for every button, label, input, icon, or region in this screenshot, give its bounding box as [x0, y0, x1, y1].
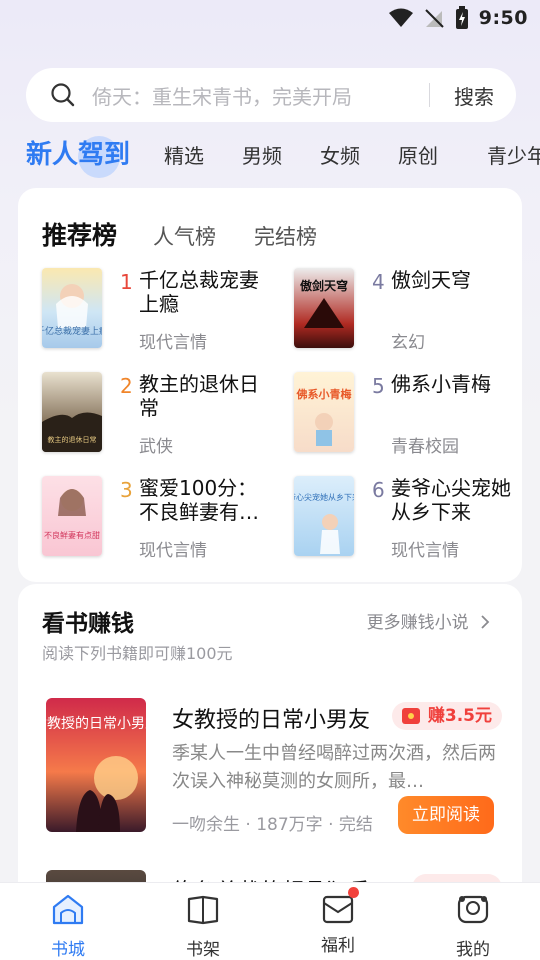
- rank-item[interactable]: 佛系小青梅 5 佛系小青梅 青春校园: [294, 372, 534, 464]
- rank-genre: 现代言情: [391, 541, 459, 561]
- nav-bookshelf[interactable]: 书架: [163, 893, 243, 960]
- rank-item[interactable]: 不良鲜妻有点甜 3 蜜爱100分：不良鲜妻有… 现代言情: [42, 476, 282, 568]
- read-now-button[interactable]: 立即阅读: [398, 796, 494, 834]
- reward-badge: 赚3.5元: [391, 702, 502, 730]
- notification-dot: [348, 887, 359, 898]
- cover-title: 千亿总裁宠妻上瘾: [42, 325, 102, 337]
- book-description: 季某人一生中曾经喝醉过两次酒，然后两次误入神秘莫测的女厕所，最…: [172, 743, 496, 792]
- no-signal-icon: [425, 9, 444, 28]
- book-cover: 佛系小青梅: [294, 372, 354, 452]
- rank-title: 姜爷心尖宠她从乡下来: [391, 476, 511, 524]
- search-divider: [429, 83, 430, 107]
- bookstore-icon: [52, 894, 84, 925]
- battery-charging-icon: [455, 6, 468, 29]
- rank-genre: 武侠: [139, 437, 173, 457]
- red-packet-icon: [401, 708, 420, 724]
- welfare-icon-wrap: [321, 887, 359, 925]
- more-earn-link[interactable]: 更多赚钱小说: [367, 608, 490, 633]
- search-input[interactable]: 倚天：重生宋青书，完美开局: [92, 81, 429, 110]
- rank-title: 教主的退休日常: [139, 372, 259, 420]
- tab-original[interactable]: 原创: [398, 140, 438, 169]
- book-cover: 傲剑天穹: [294, 268, 354, 348]
- rank-number: 3: [120, 478, 133, 502]
- clock: 9:50: [478, 7, 528, 29]
- rank-title: 蜜爱100分：不良鲜妻有…: [139, 476, 259, 524]
- rank-title: 佛系小青梅: [391, 372, 491, 396]
- search-bar[interactable]: 倚天：重生宋青书，完美开局 搜索: [26, 68, 516, 122]
- earn-book-item[interactable]: 女教授的日常小男友 女教授的日常小男友 赚3.5元 季某人一生中曾经喝醉过两次酒…: [46, 698, 502, 838]
- rank-title: 千亿总裁宠妻上瘾: [139, 268, 259, 316]
- tab-featured[interactable]: 精选: [164, 140, 204, 169]
- rank-number: 1: [120, 270, 133, 294]
- tab-popular-rank[interactable]: 人气榜: [153, 221, 216, 251]
- wifi-icon: [388, 8, 413, 27]
- tab-teen[interactable]: 青少年: [487, 140, 540, 169]
- tab-male[interactable]: 男频: [242, 140, 282, 169]
- cover-title: 傲剑天穹: [300, 278, 348, 293]
- tab-finished-rank[interactable]: 完结榜: [254, 221, 317, 251]
- bottom-navigation: 书城 书架 福利 我的: [0, 882, 540, 960]
- book-cover: 千亿总裁宠妻上瘾: [42, 268, 102, 348]
- nav-label: 我的: [456, 940, 490, 960]
- cover-title: 女教授的日常小男友: [46, 715, 146, 732]
- rank-number: 4: [372, 270, 385, 294]
- nav-welfare[interactable]: 福利: [298, 887, 378, 956]
- chevron-right-icon: [481, 615, 490, 629]
- welfare-icon: [322, 895, 354, 924]
- profile-icon: [457, 895, 489, 924]
- search-icon: [51, 83, 75, 107]
- book-cover: 女教授的日常小男友: [46, 698, 146, 832]
- rank-number: 2: [120, 374, 133, 398]
- book-cover: 姜爷心尖宠她从乡下来: [294, 476, 354, 556]
- reward-amount: 赚3.5元: [427, 706, 492, 726]
- rank-item[interactable]: 千亿总裁宠妻上瘾 1 千亿总裁宠妻上瘾 现代言情: [42, 268, 282, 360]
- nav-bookstore[interactable]: 书城: [28, 893, 108, 960]
- rank-genre: 青春校园: [391, 437, 459, 457]
- nav-label: 书城: [51, 940, 85, 960]
- rank-number: 6: [372, 478, 385, 502]
- nav-label: 福利: [321, 936, 355, 956]
- rank-item[interactable]: 傲剑天穹 4 傲剑天穹 玄幻: [294, 268, 534, 360]
- cover-title: 姜爷心尖宠她从乡下来: [294, 492, 354, 502]
- nav-profile[interactable]: 我的: [433, 893, 513, 960]
- rank-genre: 现代言情: [139, 541, 207, 561]
- section-subtitle: 阅读下列书籍即可赚100元: [42, 644, 233, 663]
- rank-item[interactable]: 姜爷心尖宠她从乡下来 6 姜爷心尖宠她从乡下来 现代言情: [294, 476, 534, 568]
- ranking-tabs: 推荐榜 人气榜 完结榜: [42, 216, 355, 252]
- book-meta: 一吻余生 · 187万字 · 完结: [172, 815, 373, 835]
- earn-card: 看书赚钱 更多赚钱小说 阅读下列书籍即可赚100元 女教授的日常小男友 女教授的…: [18, 584, 522, 904]
- status-bar: 9:50: [0, 0, 540, 36]
- tab-female[interactable]: 女频: [320, 140, 360, 169]
- search-button[interactable]: 搜索: [454, 81, 494, 110]
- more-earn-label: 更多赚钱小说: [366, 613, 469, 633]
- rank-genre: 现代言情: [139, 333, 207, 353]
- cover-title: 不良鲜妻有点甜: [44, 530, 100, 540]
- ranking-card: 推荐榜 人气榜 完结榜 千亿总裁宠妻上瘾 1 千亿总裁宠妻上瘾 现代言情 教主的…: [18, 188, 522, 582]
- category-tabs: 新人驾到 精选 男频 女频 原创 青少年: [0, 132, 540, 178]
- bookshelf-icon: [187, 895, 219, 925]
- book-cover: 教主的退休日常: [42, 372, 102, 452]
- rank-item[interactable]: 教主的退休日常 2 教主的退休日常 武侠: [42, 372, 282, 464]
- rank-number: 5: [372, 374, 385, 398]
- cover-title: 佛系小青梅: [296, 387, 352, 401]
- tab-newcomer[interactable]: 新人驾到: [26, 134, 130, 178]
- section-title: 看书赚钱: [42, 611, 134, 637]
- cover-title: 教主的退休日常: [48, 435, 97, 444]
- rank-genre: 玄幻: [391, 333, 425, 353]
- book-title: 女教授的日常小男友: [172, 708, 371, 733]
- rank-title: 傲剑天穹: [391, 268, 471, 292]
- nav-label: 书架: [186, 940, 220, 960]
- tab-recommend-rank[interactable]: 推荐榜: [42, 216, 117, 252]
- book-cover: 不良鲜妻有点甜: [42, 476, 102, 556]
